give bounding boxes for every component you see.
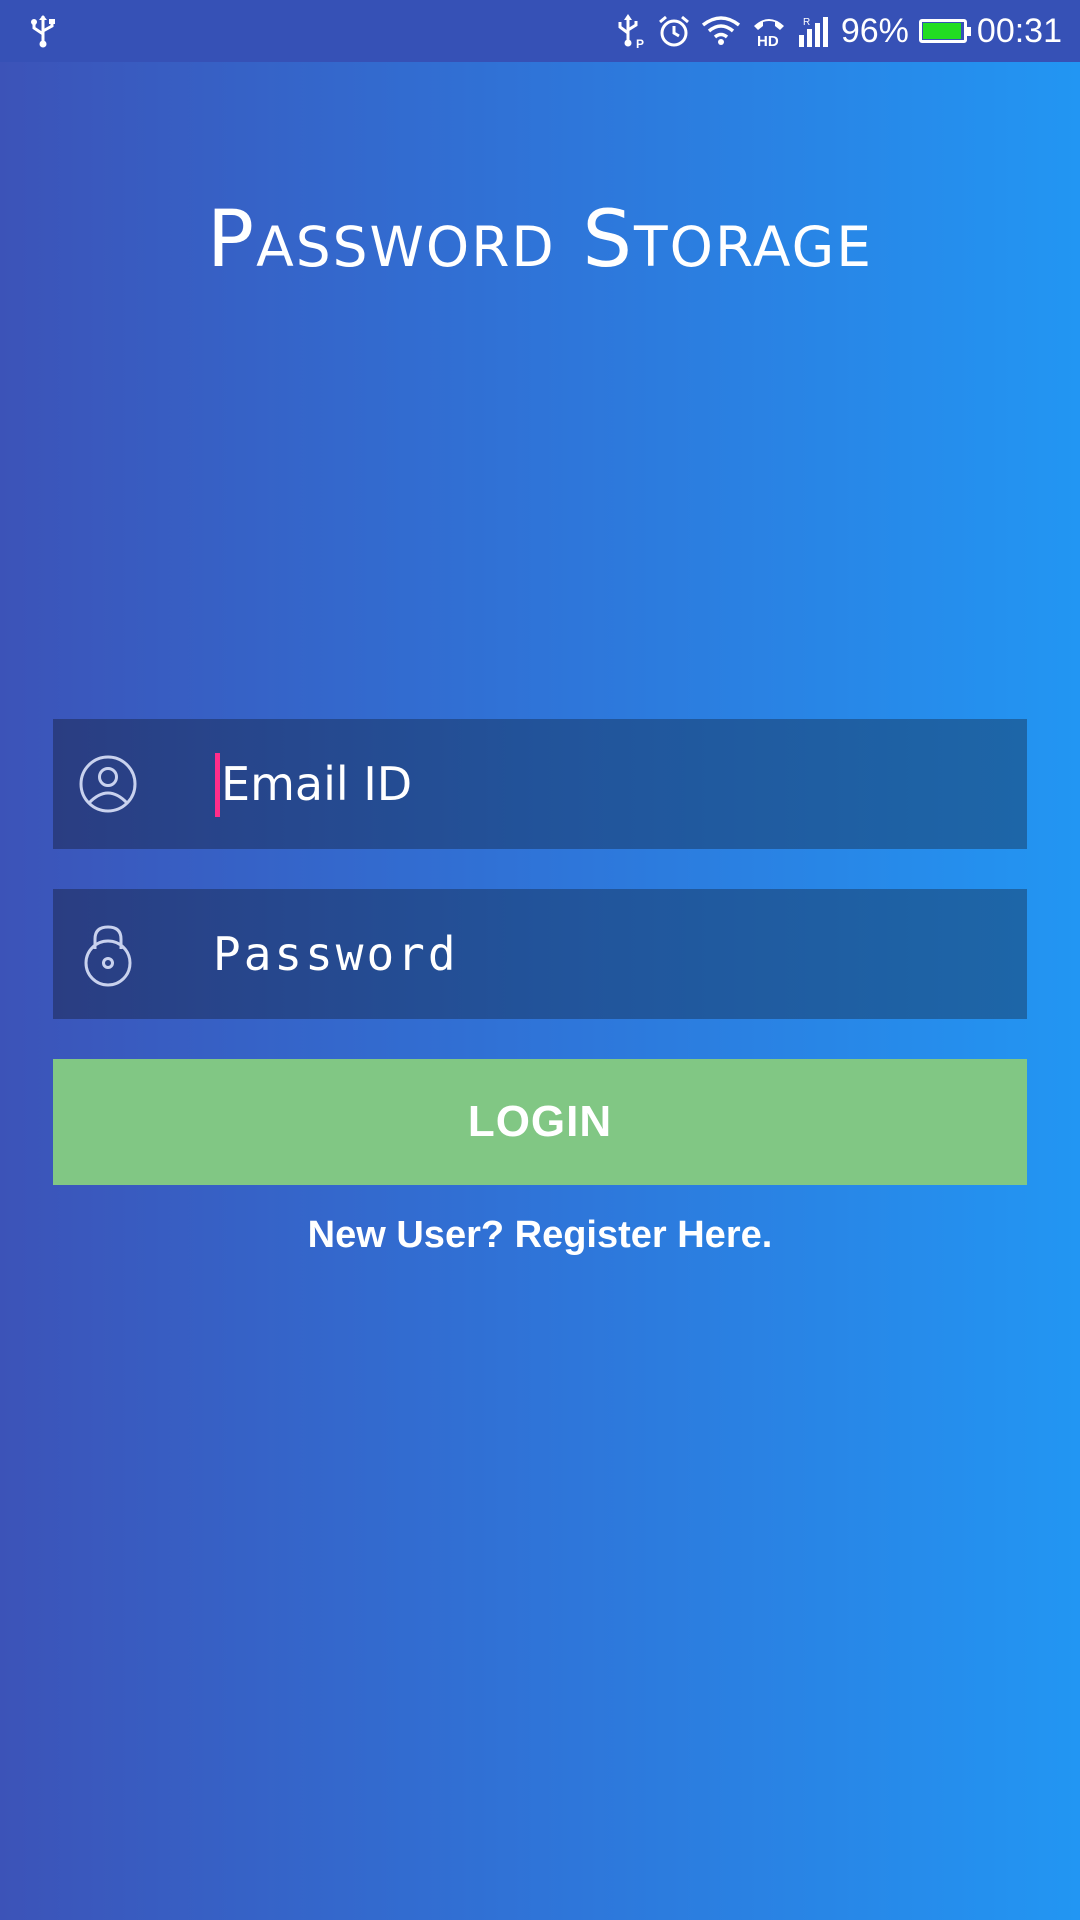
password-input[interactable]	[213, 889, 1003, 1019]
login-button[interactable]: LOGIN	[53, 1059, 1027, 1185]
svg-text:R: R	[803, 17, 810, 28]
register-link[interactable]: New User? Register Here.	[0, 1214, 1080, 1257]
app-title: Password Storage	[207, 195, 873, 285]
battery-percent: 96%	[840, 11, 909, 50]
status-icons: P HD R 96% 00:31	[615, 0, 1080, 62]
hd-call-icon: HD	[751, 14, 787, 48]
user-circle-icon	[77, 753, 139, 815]
alarm-icon	[657, 14, 691, 48]
usb-icon	[28, 14, 58, 48]
svg-text:P: P	[636, 37, 644, 49]
lock-icon	[77, 923, 139, 987]
battery-fill	[922, 23, 962, 39]
status-time: 00:31	[976, 11, 1062, 50]
text-cursor	[215, 753, 220, 817]
wifi-icon	[701, 15, 741, 47]
status-bar: P HD R 96% 00:31	[0, 0, 1080, 62]
usb-debug-icon: P	[615, 13, 647, 49]
email-input[interactable]	[221, 719, 1011, 849]
email-field-container[interactable]	[53, 719, 1027, 849]
battery-icon	[918, 19, 971, 43]
password-field-container[interactable]	[53, 889, 1027, 1019]
signal-icon: R	[797, 15, 831, 47]
svg-text:HD: HD	[757, 33, 779, 48]
